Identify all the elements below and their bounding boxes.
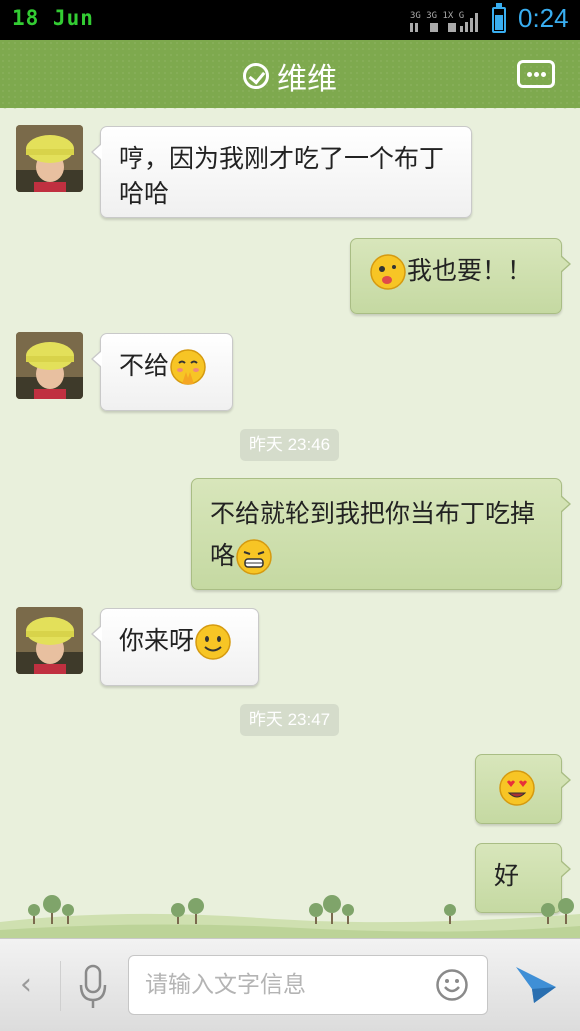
divider [60,961,61,1011]
message-bubble-incoming[interactable]: 不给 [91,333,233,411]
status-time: 0:24 [518,3,569,33]
message-input[interactable] [145,966,415,1004]
send-icon[interactable] [514,963,558,1007]
grin-emoji [236,539,272,575]
voice-mic-icon[interactable] [76,963,110,1011]
message-bubble-incoming[interactable]: 哼，因为我刚才吃了一个布丁哈哈 [91,126,472,218]
svg-text:3G 3G 1X G: 3G 3G 1X G [410,11,464,21]
check-circle-icon [243,63,269,89]
header-fringe [0,104,580,112]
message-text: 哼，因为我刚才吃了一个布丁哈哈 [119,144,445,208]
timestamp-chip: 昨天 23:47 [240,704,339,736]
tongue-face-emoji [370,254,406,290]
status-date: 18 Jun [12,6,94,30]
contact-avatar[interactable] [16,125,83,192]
timestamp-chip: 昨天 23:46 [240,429,339,461]
header-title-wrap: 维维 [0,54,580,98]
smile-emoji [195,624,231,660]
message-bubble-outgoing[interactable]: 不给就轮到我把你当布丁吃掉咯 [191,478,571,590]
battery-icon [492,3,506,33]
status-bar: 18 Jun 3G 3G 1X G 0:24 [0,0,580,40]
avatar-image [16,125,83,192]
message-bubble-outgoing[interactable]: 我也要！！ [350,238,571,314]
more-menu-icon [527,72,532,77]
back-chevron-icon[interactable]: ‹ [20,967,32,1002]
more-menu-button[interactable] [517,60,555,88]
avatar-image [16,607,83,674]
message-bubble-incoming[interactable]: 你来呀 [91,608,259,686]
contact-avatar[interactable] [16,607,83,674]
message-text: 不给 [119,351,170,380]
avatar-image [16,332,83,399]
shy-hands-emoji [170,349,206,385]
chat-title: 维维 [277,62,337,97]
heart-eyes-emoji [499,770,535,806]
contact-avatar[interactable] [16,332,83,399]
message-input-box[interactable] [128,955,488,1015]
chat-area[interactable]: 哼，因为我刚才吃了一个布丁哈哈 我也要！！ 不给 昨天 23:46 不给就轮到我… [0,112,580,938]
signal-icon: 3G 3G 1X G [410,11,478,32]
message-bubble-outgoing[interactable] [475,754,571,824]
emoji-smiley-icon[interactable] [435,968,469,1002]
message-text: 你来呀 [119,626,195,655]
message-text: 我也要！！ [407,256,533,285]
input-bar: ‹ [0,938,580,1031]
hills-decoration [0,895,580,940]
